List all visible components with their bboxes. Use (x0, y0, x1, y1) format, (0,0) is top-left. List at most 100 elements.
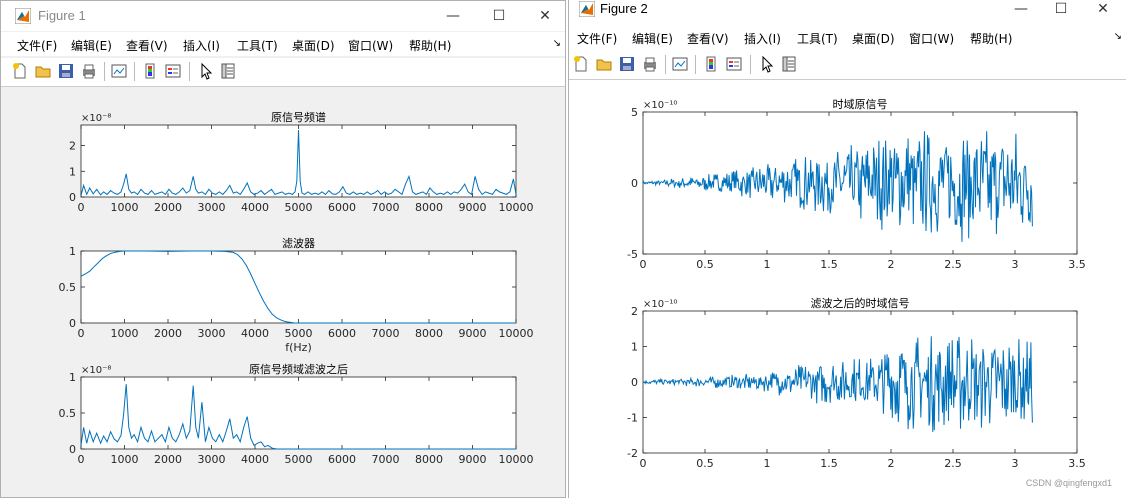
close-icon: ✕ (1097, 1, 1109, 17)
x-tick-label: 2 (888, 457, 895, 470)
x-tick-label: 7000 (372, 453, 400, 466)
menu-desktop[interactable]: 桌面(D) (292, 37, 335, 54)
close-icon: ✕ (539, 8, 551, 24)
menu-edit[interactable]: 编辑(E) (632, 30, 673, 47)
menu-tools[interactable]: 工具(T) (797, 30, 838, 47)
menu-view[interactable]: 查看(V) (126, 37, 168, 54)
menu-help[interactable]: 帮助(H) (409, 37, 451, 54)
pointer-icon[interactable] (197, 62, 215, 80)
y-tick-label: 0 (69, 191, 76, 204)
y-tick-label: 0 (69, 443, 76, 456)
x-tick-label: 5000 (285, 327, 313, 340)
x-tick-label: 7000 (372, 327, 400, 340)
x-tick-label: 1000 (111, 201, 139, 214)
close-button[interactable]: ✕ (1083, 0, 1123, 22)
new-file-icon[interactable] (11, 62, 29, 80)
menu-view[interactable]: 查看(V) (687, 30, 729, 47)
link-plot-icon[interactable] (671, 55, 689, 73)
x-tick-label: 10000 (499, 453, 534, 466)
menu-desktop[interactable]: 桌面(D) (852, 30, 895, 47)
x-tick-label: 2000 (154, 327, 182, 340)
plot-frame (80, 376, 517, 450)
x-tick-label: 7000 (372, 201, 400, 214)
x-tick-label: 8000 (415, 327, 443, 340)
menu-window[interactable]: 窗口(W) (909, 30, 954, 47)
x-tick-label: 1000 (111, 327, 139, 340)
open-folder-icon[interactable] (595, 55, 613, 73)
pointer-icon[interactable] (758, 55, 776, 73)
menu-edit[interactable]: 编辑(E) (71, 37, 112, 54)
y-tick-label: 0 (69, 317, 76, 330)
x-tick-label: 3.5 (1068, 457, 1086, 470)
link-plot-icon[interactable] (110, 62, 128, 80)
plot-frame (80, 250, 517, 324)
menu-file[interactable]: 文件(F) (577, 30, 617, 47)
legend-icon[interactable] (164, 62, 182, 80)
x-tick-label: 2 (888, 258, 895, 271)
window-title: Figure 1 (38, 8, 86, 23)
x-tick-label: 3 (1012, 457, 1019, 470)
watermark: CSDN @qingfengxd1 (1025, 478, 1112, 488)
x-tick-label: 6000 (328, 453, 356, 466)
colorbar-icon[interactable] (141, 62, 159, 80)
x-tick-label: 0.5 (696, 457, 714, 470)
x-tick-label: 9000 (459, 327, 487, 340)
maximize-button[interactable]: ☐ (1041, 0, 1081, 22)
x-tick-label: 1 (764, 457, 771, 470)
save-icon[interactable] (57, 62, 75, 80)
new-file-icon[interactable] (572, 55, 590, 73)
open-folder-icon[interactable] (34, 62, 52, 80)
maximize-button[interactable]: ☐ (479, 3, 519, 29)
x-tick-label: 8000 (415, 201, 443, 214)
y-tick-label: 1 (69, 371, 76, 384)
x-tick-label: 0 (640, 258, 647, 271)
x-tick-label: 0 (78, 327, 85, 340)
minimize-icon: — (1014, 1, 1028, 17)
colorbar-icon[interactable] (702, 55, 720, 73)
minimize-button[interactable]: — (1001, 0, 1041, 22)
x-tick-label: 1000 (111, 453, 139, 466)
print-icon[interactable] (80, 62, 98, 80)
x-tick-label: 8000 (415, 453, 443, 466)
print-icon[interactable] (641, 55, 659, 73)
matlab-logo-icon (579, 1, 595, 17)
chart-title: 时域原信号 (833, 98, 888, 111)
y-tick-label: 2 (69, 140, 76, 153)
toolbar-separator (189, 62, 190, 81)
x-tick-label: 2000 (154, 453, 182, 466)
menu-insert[interactable]: 插入(I) (744, 30, 781, 47)
axes-filtered-time-signal: 0 0.5 1 1.5 2 2.5 3 3.5 -2 -1 0 1 2 滤波之后的时域信号 ×10⁻¹⁰ (627, 296, 1086, 470)
menu-insert[interactable]: 插入(I) (183, 37, 220, 54)
x-tick-label: 6000 (328, 327, 356, 340)
figure-canvas[interactable]: 0 0.5 1 1.5 2 2.5 3 3.5 -5 0 5 时域原信号 ×10⁻¹⁰ 0 0.5 1 1.5 2… (569, 80, 1126, 498)
x-tick-label: 2.5 (944, 457, 962, 470)
x-tick-label: 9000 (459, 453, 487, 466)
menu-overflow-icon[interactable]: ↘ (1114, 31, 1122, 42)
figure-canvas[interactable]: 0 1000 2000 3000 4000 5000 6000 7000 8000 9000 100… (1, 87, 565, 497)
y-tick-label: 1 (69, 245, 76, 258)
y-tick-label: -2 (627, 447, 638, 460)
minimize-button[interactable]: — (433, 3, 473, 29)
property-inspector-icon[interactable] (219, 62, 237, 80)
toolbar-separator (134, 62, 135, 81)
close-button[interactable]: ✕ (525, 3, 565, 29)
menu-overflow-icon[interactable]: ↘ (553, 38, 561, 49)
menu-help[interactable]: 帮助(H) (970, 30, 1012, 47)
x-tick-label: 9000 (459, 201, 487, 214)
toolbar-separator (695, 55, 696, 74)
save-icon[interactable] (618, 55, 636, 73)
chart-title: 原信号频谱 (271, 110, 326, 124)
menu-window[interactable]: 窗口(W) (348, 37, 393, 54)
x-tick-label: 3000 (198, 453, 226, 466)
legend-icon[interactable] (725, 55, 743, 73)
x-tick-label: 4000 (241, 453, 269, 466)
menu-file[interactable]: 文件(F) (17, 37, 57, 54)
menu-tools[interactable]: 工具(T) (237, 37, 278, 54)
property-inspector-icon[interactable] (780, 55, 798, 73)
x-tick-label: 0 (640, 457, 647, 470)
figure-2-plots: 0 0.5 1 1.5 2 2.5 3 3.5-505时域原信号×10⁻¹⁰0 0.5 1 1.5 2… (627, 98, 1086, 470)
x-tick-label: 3 (1012, 258, 1019, 271)
toolbar-separator (665, 55, 666, 74)
x-tick-label: 2.5 (944, 258, 962, 271)
menu-bar: 文件(F) 编辑(E) 查看(V) 插入(I) 工具(T) 桌面(D) 窗口(W… (569, 25, 1126, 49)
